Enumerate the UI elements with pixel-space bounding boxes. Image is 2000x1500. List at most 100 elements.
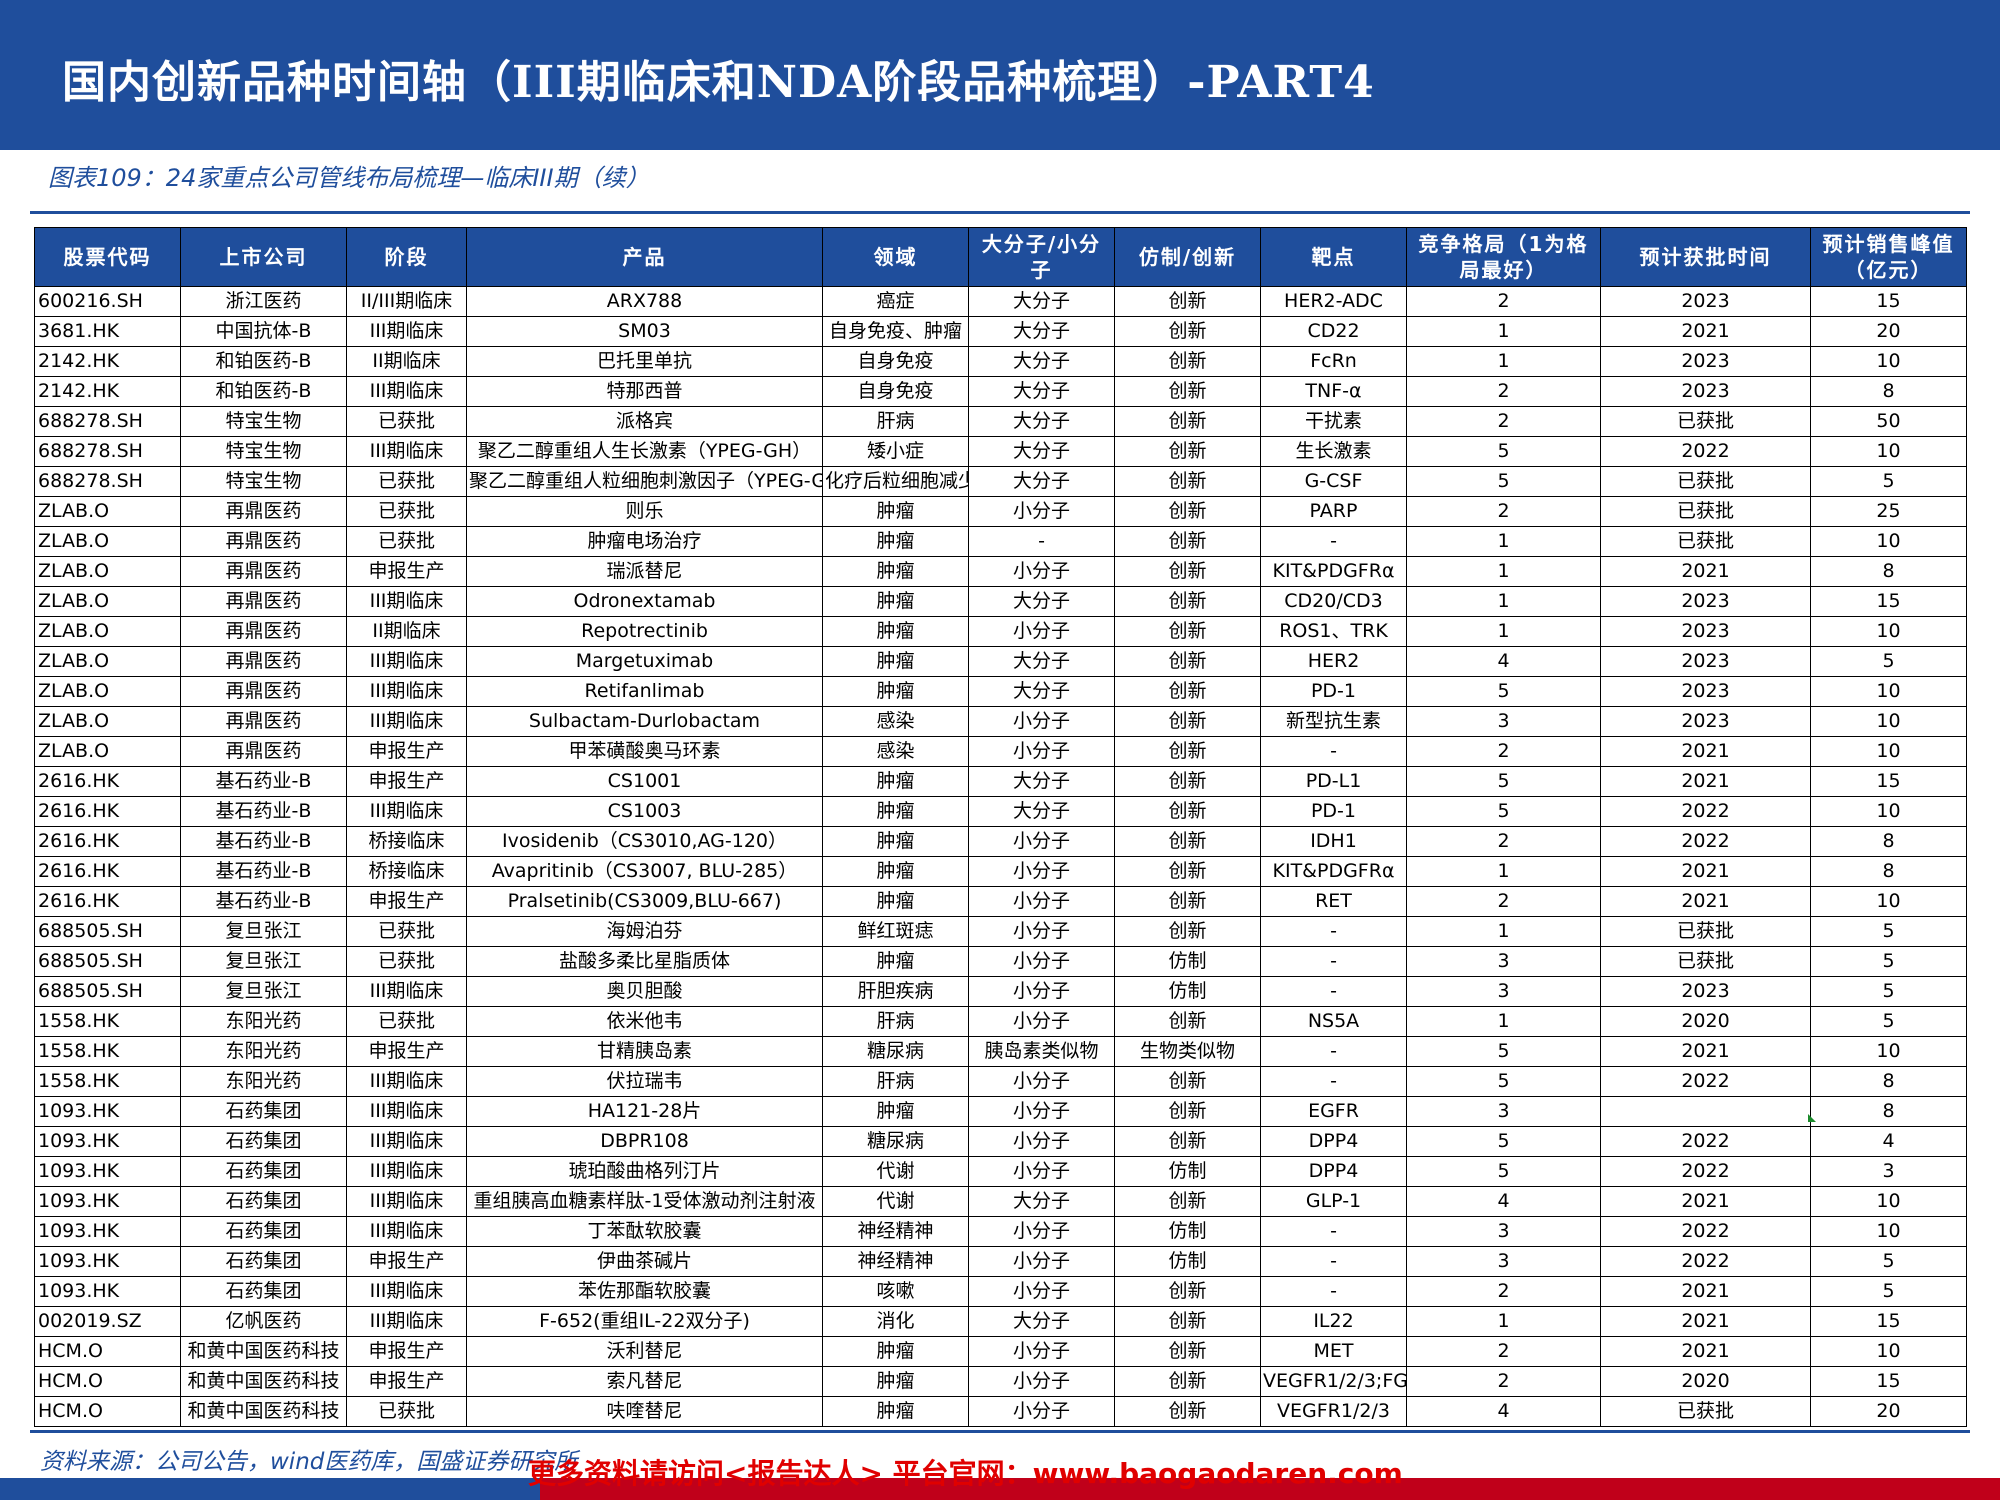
cell-competition: 5 xyxy=(1406,796,1601,827)
cell-approval-time: 2022 xyxy=(1600,1216,1811,1247)
cell-peak-sales: 15 xyxy=(1810,586,1967,617)
column-header-field: 领域 xyxy=(822,227,969,287)
table-row: 1558.HK 东阳光药 申报生产 甘精胰岛素 糖尿病 胰岛素类似物 生物类似物 -5 2021… xyxy=(34,1036,1967,1067)
cell-stock-code: ZLAB.O xyxy=(34,676,181,707)
cell-target: CD22 xyxy=(1260,316,1407,347)
table-row: 688278.SH特宝生物已获批聚乙二醇重组人粒细胞刺激因子（YPEG-G-CS… xyxy=(34,466,1967,497)
cell-target: PD-1 xyxy=(1260,796,1407,827)
cell-field: 肝病 xyxy=(822,1066,969,1097)
cell-peak-sales: 4 xyxy=(1810,1126,1967,1157)
table-row: 688505.SH 复旦张江 III期临床 奥贝胆酸 肝胆疾病 小分子 仿制 -3 2023 5 xyxy=(34,976,1967,1007)
cell-approval-time: 2023 xyxy=(1600,976,1811,1007)
cell-peak-sales: 5 xyxy=(1810,1006,1967,1037)
cell-company: 东阳光药 xyxy=(180,1036,347,1067)
cell-competition: 5 xyxy=(1406,1156,1601,1187)
cell-peak-sales: 10 xyxy=(1810,436,1967,467)
cell-generic-innovative: 创新 xyxy=(1114,1336,1261,1367)
cell-peak-sales: 10 xyxy=(1810,676,1967,707)
cell-molecule-type: 大分子 xyxy=(968,436,1115,467)
cell-product: 呋喹替尼 xyxy=(466,1396,823,1427)
cell-competition: 2 xyxy=(1406,1366,1601,1397)
cell-peak-sales: 8 xyxy=(1810,856,1967,887)
cell-product: DBPR108 xyxy=(466,1126,823,1157)
cell-company: 再鼎医药 xyxy=(180,736,347,767)
cell-generic-innovative: 创新 xyxy=(1114,796,1261,827)
cell-generic-innovative: 创新 xyxy=(1114,1306,1261,1337)
cell-target: IDH1 xyxy=(1260,826,1407,857)
cell-target: FcRn xyxy=(1260,346,1407,377)
cell-generic-innovative: 创新 xyxy=(1114,886,1261,917)
cell-company: 基石药业-B xyxy=(180,796,347,827)
cell-stage: 已获批 xyxy=(346,496,467,527)
cell-product: 琥珀酸曲格列汀片 xyxy=(466,1156,823,1187)
cell-stage: III期临床 xyxy=(346,1276,467,1307)
cell-approval-time: 2023 xyxy=(1600,286,1811,317)
cell-peak-sales: 15 xyxy=(1810,766,1967,797)
cell-stock-code: HCM.O xyxy=(34,1396,181,1427)
cell-stage: 已获批 xyxy=(346,1396,467,1427)
cell-field: 肿瘤 xyxy=(822,496,969,527)
cell-stock-code: ZLAB.O xyxy=(34,616,181,647)
cell-approval-time: 2021 xyxy=(1600,316,1811,347)
cell-company: 和黄中国医药科技 xyxy=(180,1336,347,1367)
cell-peak-sales: 5 xyxy=(1810,1276,1967,1307)
cell-field: 矮小症 xyxy=(822,436,969,467)
cell-stage: III期临床 xyxy=(346,1126,467,1157)
cell-molecule-type: 大分子 xyxy=(968,1186,1115,1217)
cell-target: DPP4 xyxy=(1260,1156,1407,1187)
table-row: ZLAB.O 再鼎医药 申报生产 瑞派替尼 肿瘤 小分子 创新 KIT&PDGFRα 1 2021… xyxy=(34,556,1967,587)
cell-product: 甲苯磺酸奥马环素 xyxy=(466,736,823,767)
cell-company: 中国抗体-B xyxy=(180,316,347,347)
cell-molecule-type: 大分子 xyxy=(968,466,1115,497)
cell-peak-sales: 5 xyxy=(1810,466,1967,497)
cell-generic-innovative: 创新 xyxy=(1114,1066,1261,1097)
cell-company: 基石药业-B xyxy=(180,766,347,797)
cell-stage: III期临床 xyxy=(346,1186,467,1217)
column-header-generic-innovative: 仿制/创新 xyxy=(1114,227,1261,287)
cell-peak-sales: 10 xyxy=(1810,616,1967,647)
cell-competition: 1 xyxy=(1406,616,1601,647)
cell-stock-code: 2142.HK xyxy=(34,346,181,377)
cell-target: KIT&PDGFRα xyxy=(1260,556,1407,587)
cell-approval-time: 2023 xyxy=(1600,586,1811,617)
cell-company: 和黄中国医药科技 xyxy=(180,1366,347,1397)
cell-competition: 1 xyxy=(1406,1006,1601,1037)
cell-generic-innovative: 仿制 xyxy=(1114,1246,1261,1277)
cell-field: 消化 xyxy=(822,1306,969,1337)
table-row: ZLAB.O 再鼎医药 III期临床 Sulbactam-Durlobactam 感染小… xyxy=(34,706,1967,737)
cell-approval-time: 已获批 xyxy=(1600,496,1811,527)
cell-field: 肝病 xyxy=(822,406,969,437)
cell-stage: II/III期临床 xyxy=(346,286,467,317)
cell-generic-innovative: 创新 xyxy=(1114,646,1261,677)
cell-product: 伊曲茶碱片 xyxy=(466,1246,823,1277)
cell-generic-innovative: 创新 xyxy=(1114,616,1261,647)
table-row: 2616.HK 基石药业-B 桥接临床 Avapritinib（CS3007, BLU… xyxy=(34,856,1967,887)
cell-competition: 5 xyxy=(1406,436,1601,467)
cell-approval-time: 2021 xyxy=(1600,1036,1811,1067)
cell-competition: 1 xyxy=(1406,556,1601,587)
cell-stock-code: 2142.HK xyxy=(34,376,181,407)
cell-approval-time: 已获批 xyxy=(1600,946,1811,977)
cell-company: 特宝生物 xyxy=(180,466,347,497)
cell-product: 特那西普 xyxy=(466,376,823,407)
cell-target: IL22 xyxy=(1260,1306,1407,1337)
table-row: 1093.HK 石药集团 III期临床 DBPR108 糖尿病 小分子 创新 DPP4 5 202… xyxy=(34,1126,1967,1157)
cell-stage: 桥接临床 xyxy=(346,826,467,857)
cell-molecule-type: 小分子 xyxy=(968,1366,1115,1397)
cell-field: 感染 xyxy=(822,736,969,767)
cell-company: 东阳光药 xyxy=(180,1066,347,1097)
cell-generic-innovative: 创新 xyxy=(1114,286,1261,317)
cell-peak-sales: 5 xyxy=(1810,916,1967,947)
cell-field: 代谢 xyxy=(822,1156,969,1187)
cell-target: - xyxy=(1260,526,1407,557)
promo-link[interactable]: 更多资料请访问<报告达人> 平台官网：www.baogaodaren.com xyxy=(528,1452,1403,1492)
table-row: 2616.HK 基石药业-B III期临床 CS1003 肿瘤 大分子 创新 PD-1 5 202… xyxy=(34,796,1967,827)
cell-field: 糖尿病 xyxy=(822,1126,969,1157)
cell-generic-innovative: 创新 xyxy=(1114,556,1261,587)
table-row: 1093.HK 石药集团 III期临床 HA121-28片 肿瘤 小分子 创新 EGFR 3 8 xyxy=(34,1096,1967,1127)
cell-competition: 2 xyxy=(1406,826,1601,857)
cell-generic-innovative: 创新 xyxy=(1114,1096,1261,1127)
cell-target: ROS1、TRK xyxy=(1260,616,1407,647)
cell-stock-code: 1093.HK xyxy=(34,1156,181,1187)
source-note: 资料来源：公司公告，wind医药库，国盛证券研究所 xyxy=(40,1449,578,1475)
